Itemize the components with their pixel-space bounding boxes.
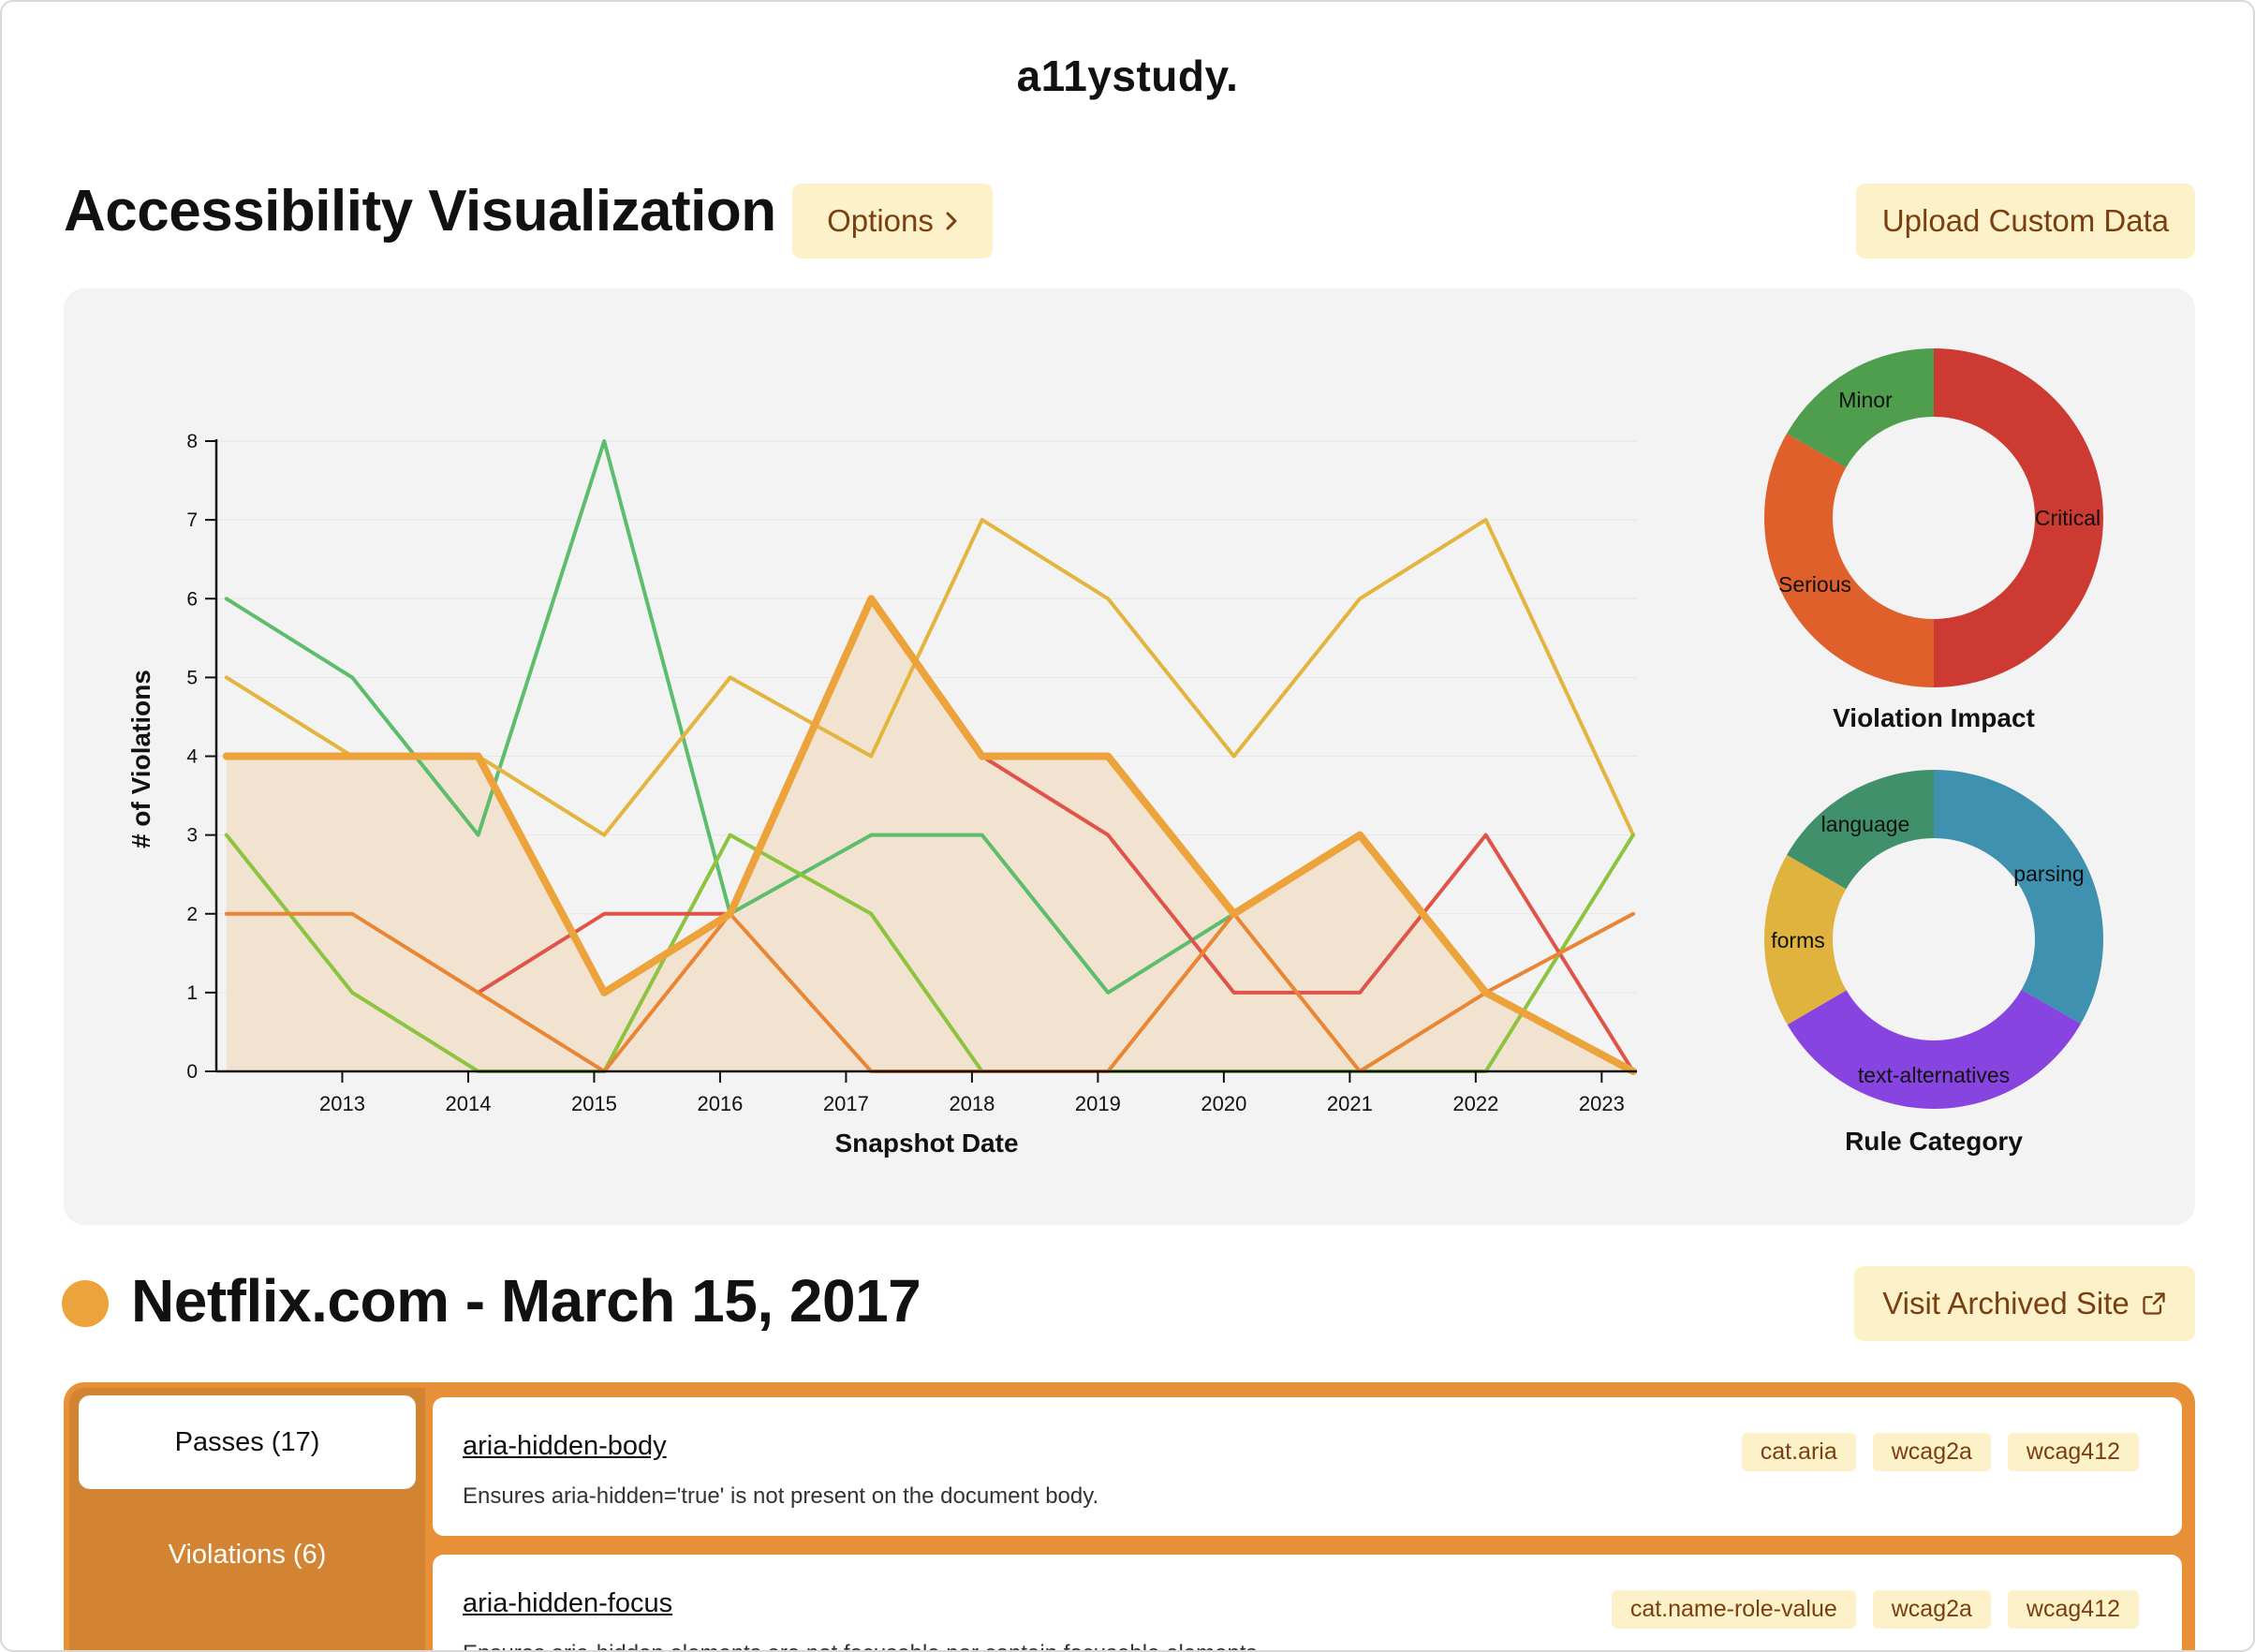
donut-slice-label: forms: [1771, 928, 1825, 952]
results-tab-sidebar: Passes (17) Violations (6): [69, 1388, 425, 1650]
upload-custom-data-button[interactable]: Upload Custom Data: [1856, 184, 2195, 258]
x-tick-label: 2021: [1327, 1092, 1373, 1115]
x-tick-label: 2019: [1075, 1092, 1121, 1115]
chevron-right-icon: [946, 212, 957, 230]
donut-slice-label: text-alternatives: [1858, 1063, 2010, 1087]
violation-impact-donut: Critical Serious Minor Violation Impact: [1764, 348, 2103, 732]
y-axis-title: # of Violations: [126, 670, 155, 848]
rule-tag[interactable]: wcag2a: [1872, 1590, 1991, 1629]
x-tick-label: 2022: [1452, 1092, 1498, 1115]
y-tick-label: 4: [186, 746, 198, 768]
x-axis-title: Snapshot Date: [834, 1128, 1018, 1158]
rule-tag[interactable]: wcag412: [2007, 1433, 2139, 1471]
donut-slice: [1787, 989, 2081, 1109]
rule-tag[interactable]: cat.aria: [1741, 1433, 1856, 1471]
site-color-dot: [62, 1280, 109, 1327]
rule-description: Ensures aria-hidden elements are not foc…: [463, 1641, 1263, 1650]
x-tick-label: 2020: [1201, 1092, 1246, 1115]
page-title: Accessibility Visualization: [64, 179, 776, 243]
rule-name-link[interactable]: aria-hidden-body: [463, 1431, 667, 1462]
donut-slice-label: Serious: [1778, 572, 1851, 597]
y-tick-label: 0: [186, 1061, 198, 1083]
x-tick-label: 2023: [1579, 1092, 1625, 1115]
rule-tags: cat.aria wcag2a wcag412: [1741, 1433, 2139, 1471]
y-tick-label: 2: [186, 904, 198, 925]
results-panel: Passes (17) Violations (6) aria-hidden-b…: [64, 1382, 2195, 1650]
donut-slice-label: Minor: [1838, 388, 1893, 412]
donut-slice-label: Critical: [2035, 506, 2100, 530]
options-button[interactable]: Options: [792, 184, 993, 258]
x-tick-label: 2014: [445, 1092, 491, 1115]
donut-title: Rule Category: [1845, 1127, 2023, 1156]
donut-slice-label: parsing: [2013, 862, 2084, 886]
visualization-canvas: 0 1 2 3 4 5 6 7 8 2013 2014 2015 2016 2017 2018 2019 202…: [126, 348, 2103, 1158]
tab-passes[interactable]: Passes (17): [79, 1395, 416, 1489]
donut-slice: [1764, 433, 1934, 687]
visit-archived-site-label: Visit Archived Site: [1882, 1286, 2130, 1320]
y-tick-label: 5: [186, 667, 198, 688]
rule-description: Ensures aria-hidden='true' is not presen…: [463, 1483, 1099, 1509]
y-tick-label: 1: [186, 982, 198, 1004]
visit-archived-site-button[interactable]: Visit Archived Site: [1854, 1266, 2195, 1341]
external-link-icon: [2143, 1292, 2165, 1315]
rule-category-donut: parsing text-alternatives forms language Rul…: [1764, 770, 2103, 1156]
options-label: Options: [827, 203, 934, 238]
rule-card: aria-hidden-focus Ensures aria-hidden el…: [433, 1555, 2182, 1650]
rule-card: aria-hidden-body Ensures aria-hidden='tr…: [433, 1397, 2182, 1536]
x-tick-label: 2013: [319, 1092, 365, 1115]
x-tick-label: 2016: [697, 1092, 743, 1115]
y-tick-label: 8: [186, 431, 198, 452]
rule-name-link[interactable]: aria-hidden-focus: [463, 1588, 672, 1619]
x-tick-label: 2015: [571, 1092, 617, 1115]
x-tick-label: 2018: [949, 1092, 995, 1115]
y-tick-label: 7: [186, 509, 198, 531]
rule-tags: cat.name-role-value wcag2a wcag412: [1611, 1590, 2139, 1629]
donut-slice: [1934, 770, 2103, 1025]
rule-tag[interactable]: cat.name-role-value: [1611, 1590, 1856, 1629]
y-tick-label: 3: [186, 825, 198, 847]
visualization-panel: 0 1 2 3 4 5 6 7 8 2013 2014 2015 2016 2017 2018 2019 202…: [64, 288, 2195, 1225]
site-snapshot-title: Netflix.com - March 15, 2017: [131, 1267, 921, 1335]
rule-tag[interactable]: wcag2a: [1872, 1433, 1991, 1471]
app-window: a11ystudy. Accessibility Visualization O…: [0, 0, 2255, 1652]
x-tick-label: 2017: [823, 1092, 869, 1115]
donut-title: Violation Impact: [1833, 703, 2035, 732]
y-tick-label: 6: [186, 588, 198, 610]
donut-slice-label: language: [1821, 812, 1910, 836]
violations-line-chart: 0 1 2 3 4 5 6 7 8 2013 2014 2015 2016 2017 2018 2019 202…: [126, 431, 1637, 1158]
tab-violations[interactable]: Violations (6): [79, 1508, 416, 1601]
rule-tag[interactable]: wcag412: [2007, 1590, 2139, 1629]
brand-logo[interactable]: a11ystudy.: [2, 51, 2253, 101]
